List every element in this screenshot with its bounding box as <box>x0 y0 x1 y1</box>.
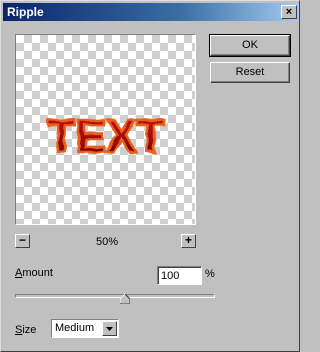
dialog-title: Ripple <box>7 5 44 19</box>
size-selected-value: Medium <box>55 322 95 334</box>
close-button[interactable]: × <box>281 5 297 19</box>
zoom-out-button[interactable]: − <box>15 234 30 248</box>
size-label: Size <box>15 324 36 336</box>
amount-slider-thumb[interactable] <box>120 294 130 304</box>
preview-text: TEXT <box>47 110 165 162</box>
dropdown-arrow-icon[interactable] <box>102 321 117 336</box>
zoom-in-button[interactable]: + <box>181 234 196 248</box>
amount-label-rest: mount <box>22 267 53 279</box>
amount-slider-track[interactable] <box>15 294 215 298</box>
percent-unit: % <box>205 268 215 280</box>
size-dropdown[interactable]: Medium <box>51 319 119 338</box>
reset-button[interactable]: Reset <box>210 62 290 83</box>
amount-input[interactable] <box>157 266 202 285</box>
ripple-dialog: Ripple × TEXT OK Reset − 50% + Amount % <box>0 0 300 352</box>
ok-button[interactable]: OK <box>209 34 291 57</box>
title-bar[interactable]: Ripple × <box>3 3 299 21</box>
preview-image: TEXT <box>46 109 166 164</box>
size-label-rest: ize <box>22 324 37 336</box>
amount-label: Amount <box>15 267 53 279</box>
preview-pane[interactable]: TEXT <box>15 34 196 225</box>
zoom-level: 50% <box>96 236 119 248</box>
